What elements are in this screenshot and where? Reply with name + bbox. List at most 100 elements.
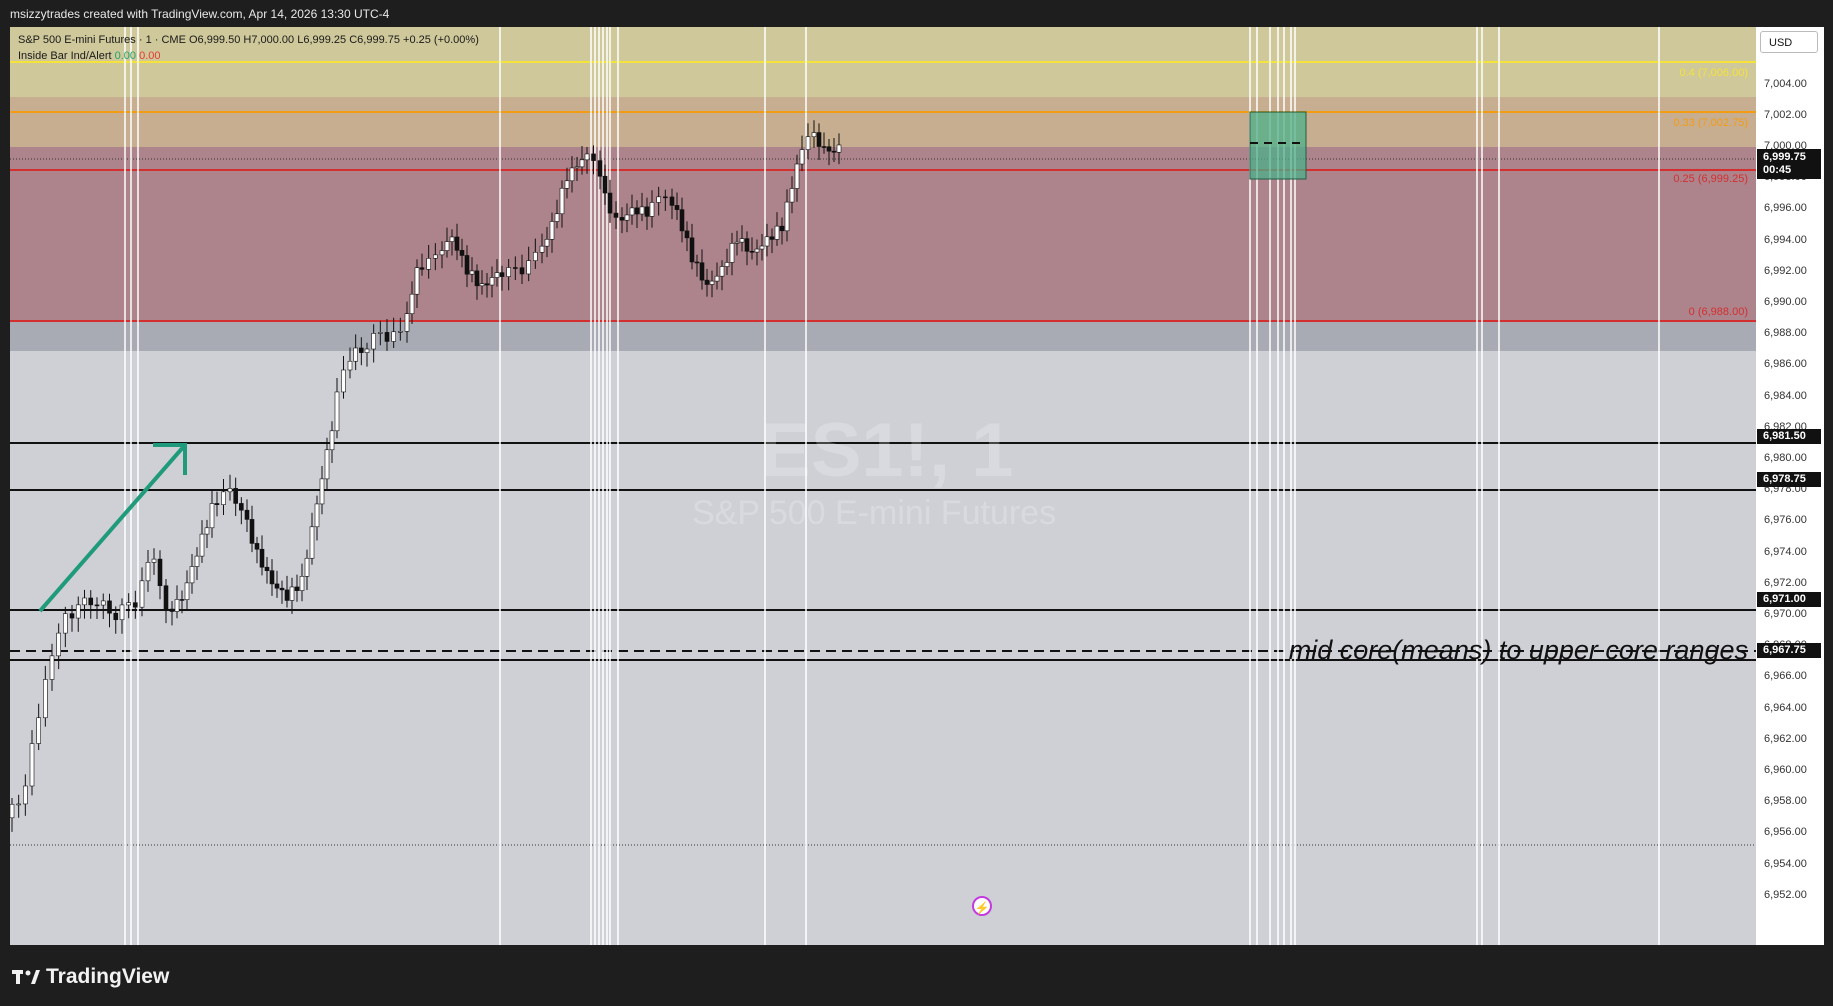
candle-body [194,555,200,567]
tradingview-logo-icon [12,970,40,984]
candle-body [816,132,822,147]
candle-body [189,566,195,584]
watermark-name: S&P 500 E-mini Futures [692,494,1057,532]
price-tick-label: 6,990.00 [1764,296,1807,308]
candle-body [214,503,220,505]
candle-body [204,527,210,535]
candle-body [574,166,580,169]
candle-body [734,241,740,244]
candle-body [174,599,180,612]
candle-body [499,272,505,277]
candle-body [414,267,420,295]
price-tick-label: 6,992.00 [1764,264,1807,277]
candle-body [439,250,445,256]
candle-body [259,548,265,568]
candle-body [784,201,790,232]
candle-body [821,146,827,148]
credit-text: msizzytrades created with TradingView.co… [10,7,390,21]
candle-body [16,803,21,806]
price-tick-label: 6,980.00 [1764,452,1807,464]
price-tick-label: 6,960.00 [1764,764,1807,776]
price-tick-label: 7,002.00 [1764,108,1807,121]
indicator-value-1: 0.00 [114,50,137,62]
candle-body [199,533,205,557]
candle-body [107,600,112,614]
candle-body [179,599,185,601]
candle-body [269,570,275,585]
candle-body [539,245,545,253]
green-range-box [1249,111,1307,180]
candle-body [284,589,290,601]
candle-body [656,196,661,203]
price-axis[interactable]: 7,004.007,002.007,000.006,998.006,996.00… [1756,27,1824,945]
candle-body [709,280,715,285]
candle-body [426,258,431,270]
candle-body [329,430,335,451]
price-level-tag: 6,981.50 [1757,428,1821,444]
annotation-text[interactable]: mid core(means) to upper core ranges [1289,635,1748,666]
candle-body [334,391,340,432]
candle-body [29,743,35,787]
price-tick-label: 7,004.00 [1764,77,1807,90]
candle-body [634,207,640,215]
candle-body [704,279,710,285]
zone-orange [10,97,1756,147]
candle-body [43,679,48,719]
footer-bar: TradingView [0,945,1833,1006]
candle-body [239,503,244,511]
candle-body [69,613,75,619]
indicator-name: Inside Bar Ind/Alert [18,50,112,62]
price-tick-label: 6,966.00 [1764,670,1807,683]
candle-body [119,604,125,621]
indicator-legend[interactable]: Inside Bar Ind/Alert 0.00 0.00 [18,50,161,62]
candle-body [649,202,655,217]
candle-body [805,136,811,150]
symbol-legend[interactable]: S&P 500 E-mini Futures · 1 · CME O6,999.… [18,34,479,46]
candle-body [629,207,635,216]
candle-body [789,188,795,203]
candle-body [404,313,410,332]
candle-body [624,214,630,221]
price-tick-label: 6,994.00 [1764,233,1807,246]
currency-selector[interactable]: USD [1760,31,1818,53]
candle-body [694,261,700,264]
candle-body [409,293,415,314]
price-tick-label: 6,984.00 [1764,389,1807,402]
candle-body [227,488,233,493]
candle-body [36,717,41,744]
price-tick-label: 6,996.00 [1764,202,1807,215]
brand-text: TradingView [46,965,170,988]
price-level-tag: 6,971.00 [1757,592,1821,608]
candle-body [314,503,320,528]
chart-pane[interactable]: S&P 500 E-mini Futures · 1 · CME O6,999.… [10,27,1756,945]
candle-body [602,175,608,194]
candle-body [679,209,685,232]
candle-body [669,196,675,206]
candle-body [464,255,470,275]
candle-body [699,262,705,281]
candle-body [794,163,800,189]
candle-body [769,236,775,240]
candle-body [151,558,157,563]
lightning-icon[interactable]: ⚡ [972,896,992,916]
candle-body [759,245,765,250]
candle-body [613,212,619,218]
candle-body [254,543,260,550]
candle-body [309,526,315,559]
candle-body [479,283,485,287]
candle-body [100,600,106,606]
candle-body [341,369,346,393]
price-tick-label: 6,954.00 [1764,857,1807,870]
last-price-value: 6,999.75 [1763,151,1806,163]
candle-body [454,236,460,251]
candle-body [324,449,330,480]
candle-body [169,608,175,612]
candle-body [126,602,131,606]
candle-body [544,239,550,247]
candle-body [289,586,295,601]
candle-body [75,604,81,619]
candle-body [353,347,358,362]
candle-body [145,562,151,582]
candle-body [559,187,565,215]
candle-body [444,241,450,251]
